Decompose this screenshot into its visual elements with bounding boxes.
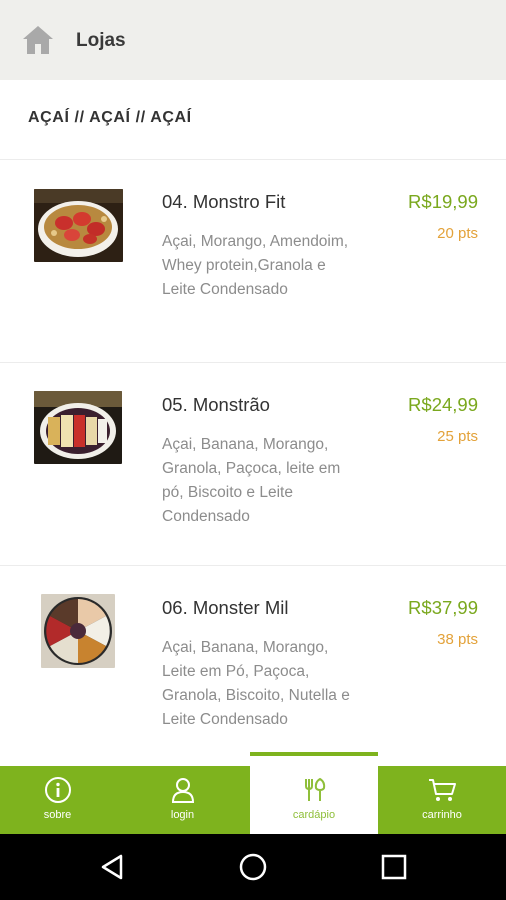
product-points: 20 pts <box>437 225 478 242</box>
product-item[interactable]: 06. Monster Mil Açai, Banana, Morango, L… <box>0 566 506 766</box>
product-points: 38 pts <box>437 631 478 648</box>
active-tab-indicator <box>250 752 378 756</box>
category-header: AÇAÍ // AÇAÍ // AÇAÍ <box>0 80 506 160</box>
product-image <box>34 391 122 464</box>
product-image <box>34 189 123 262</box>
product-price: R$24,99 <box>408 394 478 415</box>
tab-label: cardápio <box>292 809 336 821</box>
tab-label: carrinho <box>422 809 462 821</box>
product-list[interactable]: 04. Monstro Fit Açai, Morango, Amendoim,… <box>0 160 506 766</box>
cutlery-icon <box>305 777 326 801</box>
info-icon <box>44 777 71 803</box>
product-price: R$37,99 <box>408 597 478 618</box>
system-nav-bar <box>0 834 506 900</box>
product-name: 04. Monstro Fit <box>162 191 286 212</box>
tab-cardapio[interactable]: cardápio <box>250 766 378 834</box>
home-button[interactable] <box>20 22 56 58</box>
system-home-button[interactable] <box>234 848 272 886</box>
page-title: Lojas <box>76 30 126 51</box>
recents-icon <box>381 854 407 880</box>
system-recents-button[interactable] <box>375 848 413 886</box>
product-description: Açai, Banana, Morango, Granola, Paçoca, … <box>162 436 341 525</box>
tab-carrinho[interactable]: carrinho <box>378 766 506 834</box>
bottom-nav: sobre login cardápio carrinho <box>0 766 506 834</box>
home-icon <box>23 26 53 54</box>
tab-label: login <box>170 809 195 821</box>
user-icon <box>171 778 194 803</box>
category-title: AÇAÍ // AÇAÍ // AÇAÍ <box>28 109 192 126</box>
product-description: Açai, Morango, Amendoim, Whey protein,Gr… <box>162 233 349 298</box>
product-item[interactable]: 04. Monstro Fit Açai, Morango, Amendoim,… <box>0 160 506 363</box>
product-name: 05. Monstrão <box>162 394 270 415</box>
top-bar: Lojas <box>0 0 506 80</box>
tab-label: sobre <box>43 809 72 821</box>
product-description: Açai, Banana, Morango, Leite em Pó, Paço… <box>162 639 350 728</box>
cart-icon <box>429 779 456 801</box>
product-name: 06. Monster Mil <box>162 597 289 618</box>
product-points: 25 pts <box>437 428 478 445</box>
system-back-button[interactable] <box>94 848 132 886</box>
tab-sobre[interactable]: sobre <box>0 766 115 834</box>
home-circle-icon <box>239 853 267 881</box>
product-item[interactable]: 05. Monstrão Açai, Banana, Morango, Gran… <box>0 363 506 566</box>
tab-login[interactable]: login <box>115 766 250 834</box>
product-price: R$19,99 <box>408 191 478 212</box>
back-icon <box>101 854 123 880</box>
product-image <box>41 594 115 668</box>
